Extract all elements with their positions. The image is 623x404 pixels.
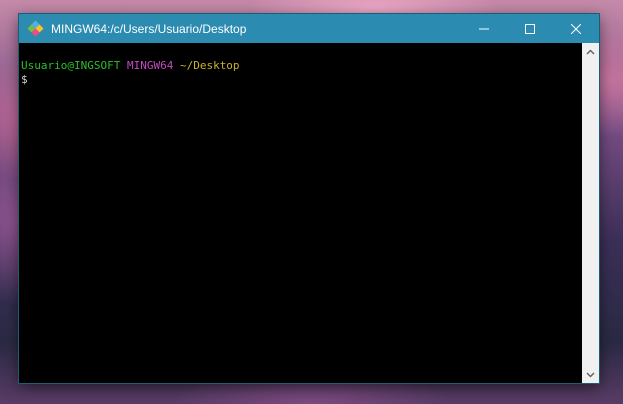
terminal-window: MINGW64:/c/Users/Usuario/Desktop Usuario… bbox=[19, 14, 599, 383]
minimize-button[interactable] bbox=[461, 14, 507, 43]
prompt-path: ~/Desktop bbox=[179, 59, 240, 72]
window-controls bbox=[461, 14, 599, 43]
minimize-icon bbox=[479, 28, 489, 29]
git-bash-icon bbox=[27, 20, 44, 37]
scroll-up-button[interactable] bbox=[582, 43, 599, 60]
terminal-output[interactable]: Usuario@INGSOFT MINGW64 ~/Desktop $ bbox=[19, 43, 582, 383]
chevron-down-icon bbox=[586, 372, 595, 377]
prompt-symbol: $ bbox=[21, 73, 28, 86]
window-title: MINGW64:/c/Users/Usuario/Desktop bbox=[51, 21, 247, 36]
title-bar[interactable]: MINGW64:/c/Users/Usuario/Desktop bbox=[19, 14, 599, 43]
prompt-user-host: Usuario@INGSOFT bbox=[21, 59, 121, 72]
close-icon bbox=[571, 23, 581, 34]
scroll-down-button[interactable] bbox=[582, 366, 599, 383]
maximize-button[interactable] bbox=[507, 14, 553, 43]
prompt-line: Usuario@INGSOFT MINGW64 ~/Desktop bbox=[21, 59, 582, 73]
vertical-scrollbar[interactable] bbox=[582, 43, 599, 383]
input-line[interactable]: $ bbox=[21, 73, 582, 87]
close-button[interactable] bbox=[553, 14, 599, 43]
chevron-up-icon bbox=[586, 49, 595, 54]
maximize-icon bbox=[525, 23, 535, 34]
prompt-env: MINGW64 bbox=[126, 59, 174, 72]
